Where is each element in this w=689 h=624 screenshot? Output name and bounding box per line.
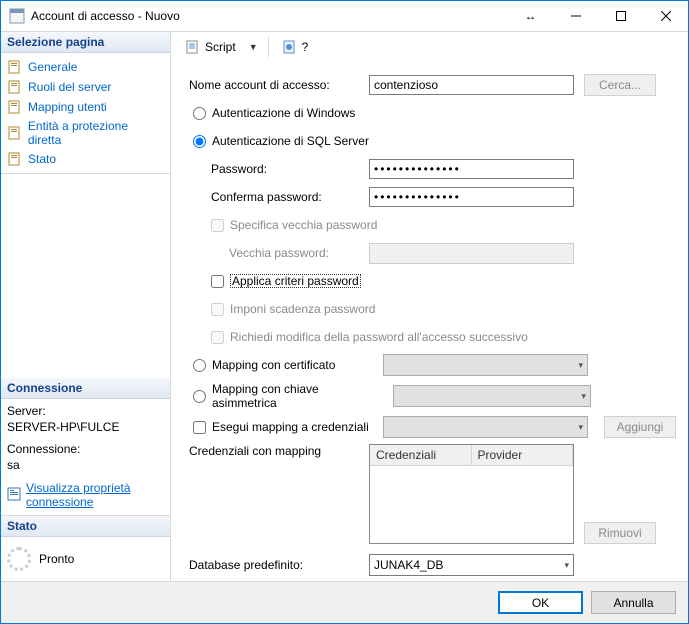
window-title: Account di accesso - Nuovo xyxy=(31,9,508,23)
specify-old-password-label: Specifica vecchia password xyxy=(230,218,377,232)
page-icon xyxy=(7,59,23,75)
connection-header: Connessione xyxy=(1,378,170,399)
cred-col-credentials[interactable]: Credenziali xyxy=(370,445,472,465)
credentials-table: Credenziali Provider xyxy=(369,444,574,544)
enforce-policy-check[interactable] xyxy=(211,275,224,288)
help-button[interactable]: ? xyxy=(276,35,315,59)
nav-label: Entità a protezione diretta xyxy=(28,119,164,147)
remove-credential-button[interactable]: Rimuovi xyxy=(584,522,656,544)
password-input[interactable] xyxy=(369,159,574,179)
add-credential-button[interactable]: Aggiungi xyxy=(604,416,676,438)
server-label: Server: xyxy=(3,403,168,419)
password-label: Password: xyxy=(211,162,369,176)
progress-spinner-icon xyxy=(7,547,31,571)
app-icon xyxy=(9,8,25,24)
script-dropdown[interactable]: ▼ xyxy=(246,42,261,52)
cred-combo: ▾ xyxy=(383,416,588,438)
drag-icon: ↔ xyxy=(508,9,553,23)
default-db-combo[interactable]: JUNAK4_DB ▾ xyxy=(369,554,574,576)
chevron-down-icon: ▾ xyxy=(581,391,586,402)
windows-auth-radio[interactable] xyxy=(193,107,206,120)
sql-auth-label: Autenticazione di SQL Server xyxy=(212,134,369,148)
maximize-button[interactable] xyxy=(598,1,643,31)
view-connection-props-link[interactable]: Visualizza proprietà connessione xyxy=(3,479,150,511)
login-name-input[interactable] xyxy=(369,75,574,95)
server-value: SERVER-HP\FULCE xyxy=(3,419,168,435)
login-name-label: Nome account di accesso: xyxy=(189,78,369,92)
map-cred-label: Esegui mapping a credenziali xyxy=(212,420,369,434)
enforce-policy-label: Applica criteri password xyxy=(230,274,361,288)
specify-old-password-check xyxy=(211,219,224,232)
must-change-label: Richiedi modifica della password all'acc… xyxy=(230,330,528,344)
nav-label: Mapping utenti xyxy=(28,100,107,114)
cancel-button[interactable]: Annulla xyxy=(591,591,676,614)
must-change-check xyxy=(211,331,224,344)
page-selection-header: Selezione pagina xyxy=(1,32,170,53)
cred-mapping-label: Credenziali con mapping xyxy=(189,444,369,458)
state-value: Pronto xyxy=(39,552,74,566)
page-icon xyxy=(7,151,23,167)
map-asym-label: Mapping con chiave asimmetrica xyxy=(212,382,381,410)
asym-combo: ▾ xyxy=(393,385,591,407)
ok-button[interactable]: OK xyxy=(498,591,583,614)
properties-icon xyxy=(7,487,21,504)
chevron-down-icon: ▾ xyxy=(564,560,569,571)
nav-general[interactable]: Generale xyxy=(3,57,168,77)
old-password-label: Vecchia password: xyxy=(229,246,369,260)
chevron-down-icon: ▾ xyxy=(578,360,583,371)
cred-col-provider[interactable]: Provider xyxy=(472,445,574,465)
page-icon xyxy=(7,125,23,141)
map-cert-radio[interactable] xyxy=(193,359,206,372)
cert-combo: ▾ xyxy=(383,354,588,376)
link-label: Visualizza proprietà connessione xyxy=(26,481,146,509)
nav-securables[interactable]: Entità a protezione diretta xyxy=(3,117,168,149)
help-icon xyxy=(282,39,298,55)
connection-label: Connessione: xyxy=(3,441,168,457)
toolbar-divider xyxy=(268,37,269,57)
help-label: ? xyxy=(302,40,309,54)
nav-label: Ruoli del server xyxy=(28,80,111,94)
state-header: Stato xyxy=(1,516,170,537)
confirm-password-label: Conferma password: xyxy=(211,190,369,204)
search-button[interactable]: Cerca... xyxy=(584,74,656,96)
minimize-button[interactable] xyxy=(553,1,598,31)
chevron-down-icon: ▾ xyxy=(578,422,583,433)
confirm-password-input[interactable] xyxy=(369,187,574,207)
sql-auth-radio[interactable] xyxy=(193,135,206,148)
nav-user-mapping[interactable]: Mapping utenti xyxy=(3,97,168,117)
map-asym-radio[interactable] xyxy=(193,390,206,403)
connection-value: sa xyxy=(3,457,168,473)
page-icon xyxy=(7,79,23,95)
script-label: Script xyxy=(205,40,236,54)
windows-auth-label: Autenticazione di Windows xyxy=(212,106,355,120)
nav-server-roles[interactable]: Ruoli del server xyxy=(3,77,168,97)
script-icon xyxy=(185,39,201,55)
enforce-expiry-check xyxy=(211,303,224,316)
nav-status[interactable]: Stato xyxy=(3,149,168,169)
nav-label: Generale xyxy=(28,60,77,74)
default-db-value: JUNAK4_DB xyxy=(374,558,443,572)
map-cred-check[interactable] xyxy=(193,421,206,434)
nav-label: Stato xyxy=(28,152,56,166)
close-button[interactable] xyxy=(643,1,688,31)
old-password-input xyxy=(369,243,574,264)
script-button[interactable]: Script xyxy=(179,35,242,59)
map-cert-label: Mapping con certificato xyxy=(212,358,335,372)
default-db-label: Database predefinito: xyxy=(189,558,369,572)
page-icon xyxy=(7,99,23,115)
enforce-expiry-label: Imponi scadenza password xyxy=(230,302,375,316)
